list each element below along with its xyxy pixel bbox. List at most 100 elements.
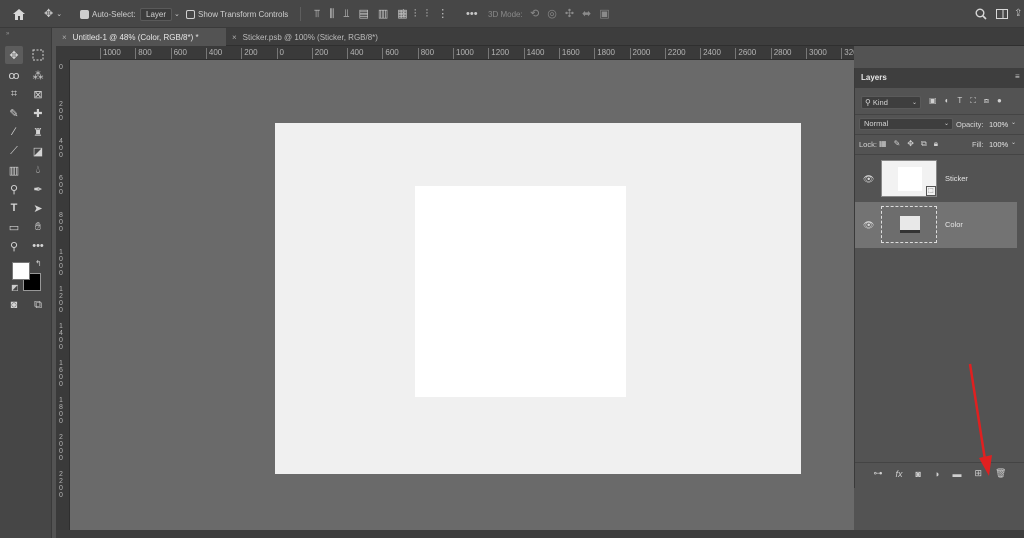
adjustment-filter-icon[interactable]: ◐ (945, 96, 950, 106)
align-bottom-icon[interactable]: ⫫ (343, 8, 349, 20)
visibility-eye-icon[interactable]: 👁︎ (863, 220, 874, 231)
ruler-label: 2600 (735, 48, 756, 59)
share-icon[interactable]: ⇪ (1014, 0, 1022, 28)
distribute-bottom-icon[interactable]: ⫶ (426, 8, 429, 20)
align-top-icon[interactable]: ⫪ (314, 8, 320, 20)
chevron-down-icon: ⌄ (943, 121, 949, 127)
3d-camera-icon[interactable]: ▣ (599, 8, 609, 20)
filter-kind-dropdown[interactable]: ⚲ Kind ⌄ (861, 96, 921, 109)
magic-wand-icon[interactable]: ⁂ (29, 66, 47, 84)
lock-label: Lock: (859, 140, 877, 149)
layer-row-sticker[interactable]: 👁︎ ⬚ Sticker (855, 156, 1017, 202)
eyedropper-icon[interactable]: ✎ (5, 104, 23, 122)
pixel-filter-icon[interactable]: ▣ (929, 96, 937, 106)
layers-panel-title[interactable]: Layers (861, 73, 887, 82)
type-tool-icon[interactable]: T (5, 199, 23, 217)
clone-stamp-icon[interactable]: ♜ (29, 123, 47, 141)
opacity-value[interactable]: 100% (989, 120, 1008, 129)
lock-position-icon[interactable]: ✥ (907, 139, 914, 149)
move-tool-icon[interactable]: ✥ ⌄ (44, 0, 62, 28)
home-icon[interactable] (12, 0, 26, 28)
screen-mode-icon[interactable]: ⧉ (29, 296, 47, 314)
link-layers-icon[interactable]: ⊶ (874, 468, 883, 479)
distribute-left-icon[interactable]: ⋮ (437, 8, 448, 20)
layer-name[interactable]: Color (945, 220, 963, 229)
gradient-tool-icon[interactable]: ▥ (5, 161, 23, 179)
align-vertical-center-icon[interactable]: ⫼ (329, 8, 334, 20)
3d-roll-icon[interactable]: ◎ (547, 8, 557, 20)
panel-menu-icon[interactable]: ≡ (1015, 72, 1020, 81)
distribute-buttons: ⫶ ⫶ ⫶ ⋮ (402, 0, 448, 28)
marquee-tool-icon[interactable] (29, 46, 47, 64)
blur-tool-icon[interactable]: 💧︎ (29, 161, 47, 179)
move-tool-icon[interactable]: ✥ (5, 46, 23, 64)
close-icon[interactable]: × (62, 33, 67, 42)
ruler-label: 4 0 0 (59, 138, 63, 159)
distribute-center-icon[interactable]: ⫶ (414, 8, 417, 20)
3d-rotate-icon[interactable]: ⟲ (530, 8, 539, 20)
ruler-label: 800 (417, 48, 434, 59)
lock-artboard-icon[interactable]: ⧉ (921, 139, 927, 149)
3d-drag-icon[interactable]: ✣ (565, 8, 574, 20)
blend-mode-dropdown[interactable]: Normal ⌄ (859, 118, 953, 130)
swap-colors-icon[interactable]: ↰ (35, 259, 42, 268)
foreground-color-swatch[interactable] (12, 262, 30, 280)
options-bar: ✥ ⌄ Auto-Select: Layer ⌄ Show Transform Co… (0, 0, 1024, 28)
lasso-tool-icon[interactable]: ꝏ (5, 66, 23, 84)
distribute-top-icon[interactable]: ⫶ (402, 8, 405, 20)
pen-tool-icon[interactable]: ✒ (29, 180, 47, 198)
shape-filter-icon[interactable]: ⛶ (970, 96, 976, 106)
hand-tool-icon[interactable]: ✋︎ (29, 218, 47, 236)
align-left-icon[interactable]: ▤ (358, 8, 368, 20)
crop-tool-icon[interactable]: ⌗ (5, 85, 23, 103)
lock-pixels-icon[interactable]: ✎ (894, 139, 901, 149)
workspace-icon[interactable] (996, 0, 1008, 28)
more-options-icon[interactable]: ••• (466, 0, 478, 28)
chevron-down-icon[interactable]: ⌄ (1011, 139, 1016, 146)
vertical-ruler[interactable]: 0 2 0 0 4 0 0 6 0 0 8 0 0 1 0 0 0 1 2 0 0 1 4 0… (56, 60, 70, 538)
3d-slide-icon[interactable]: ⬌ (582, 8, 591, 20)
divider (855, 114, 1024, 115)
adjustment-layer-icon[interactable]: ◑ (934, 469, 939, 479)
zoom-tool-icon[interactable]: ⚲ (5, 237, 23, 255)
layer-style-fx-icon[interactable]: fx (896, 469, 903, 479)
collapse-icon[interactable]: » (6, 31, 9, 37)
filter-toggle-icon[interactable]: ● (997, 96, 1002, 106)
lock-all-icon[interactable]: 🔒︎ (934, 139, 938, 149)
search-icon[interactable] (975, 0, 987, 28)
ruler-corner (56, 46, 70, 60)
layer-row-color[interactable]: 👁︎ Color (855, 202, 1017, 248)
healing-brush-icon[interactable]: ✚ (29, 104, 47, 122)
fill-value[interactable]: 100% (989, 140, 1008, 149)
auto-select-checkbox[interactable]: Auto-Select: (80, 0, 136, 28)
sticker-layer-content[interactable] (415, 186, 626, 397)
ruler-label: 6 0 0 (59, 175, 63, 196)
align-horizontal-center-icon[interactable]: ▥ (378, 8, 388, 20)
path-selection-icon[interactable]: ➤ (29, 199, 47, 217)
auto-select-dropdown[interactable]: Layer ⌄ (140, 0, 180, 28)
history-brush-icon[interactable]: ⟋ (5, 142, 23, 160)
eraser-tool-icon[interactable]: ◪ (29, 142, 47, 160)
tab-untitled-1[interactable]: × Untitled-1 @ 48% (Color, RGB/8*) * (56, 28, 226, 46)
rectangle-tool-icon[interactable]: ▭ (5, 218, 23, 236)
chevron-down-icon[interactable]: ⌄ (1011, 119, 1016, 126)
new-group-folder-icon[interactable]: ▬ (952, 469, 961, 479)
tab-sticker-psb[interactable]: × Sticker.psb @ 100% (Sticker, RGB/8*) (226, 28, 426, 46)
visibility-eye-icon[interactable]: 👁︎ (863, 174, 874, 185)
show-transform-checkbox[interactable]: Show Transform Controls (186, 0, 288, 28)
default-colors-icon[interactable]: ◩ (11, 283, 19, 292)
brush-tool-icon[interactable]: ∕ (5, 123, 23, 141)
add-mask-icon[interactable]: ◙ (916, 469, 921, 479)
type-filter-icon[interactable]: T (957, 96, 962, 106)
lock-transparent-icon[interactable]: ▦ (879, 139, 887, 149)
search-icon: ⚲ (865, 98, 871, 107)
ruler-label: 400 (347, 48, 363, 59)
dodge-tool-icon[interactable]: ⚲ (5, 180, 23, 198)
frame-tool-icon[interactable]: ⊠ (29, 85, 47, 103)
layer-name[interactable]: Sticker (945, 174, 968, 183)
close-icon[interactable]: × (232, 33, 237, 42)
horizontal-ruler[interactable]: 1000 800 600 400 200 0 200 400 600 800 1000 1200 140… (70, 46, 854, 60)
quick-mask-icon[interactable]: ◙ (5, 296, 23, 314)
smart-object-filter-icon[interactable]: ⧈ (984, 96, 989, 106)
edit-toolbar-icon[interactable]: ••• (29, 237, 47, 255)
